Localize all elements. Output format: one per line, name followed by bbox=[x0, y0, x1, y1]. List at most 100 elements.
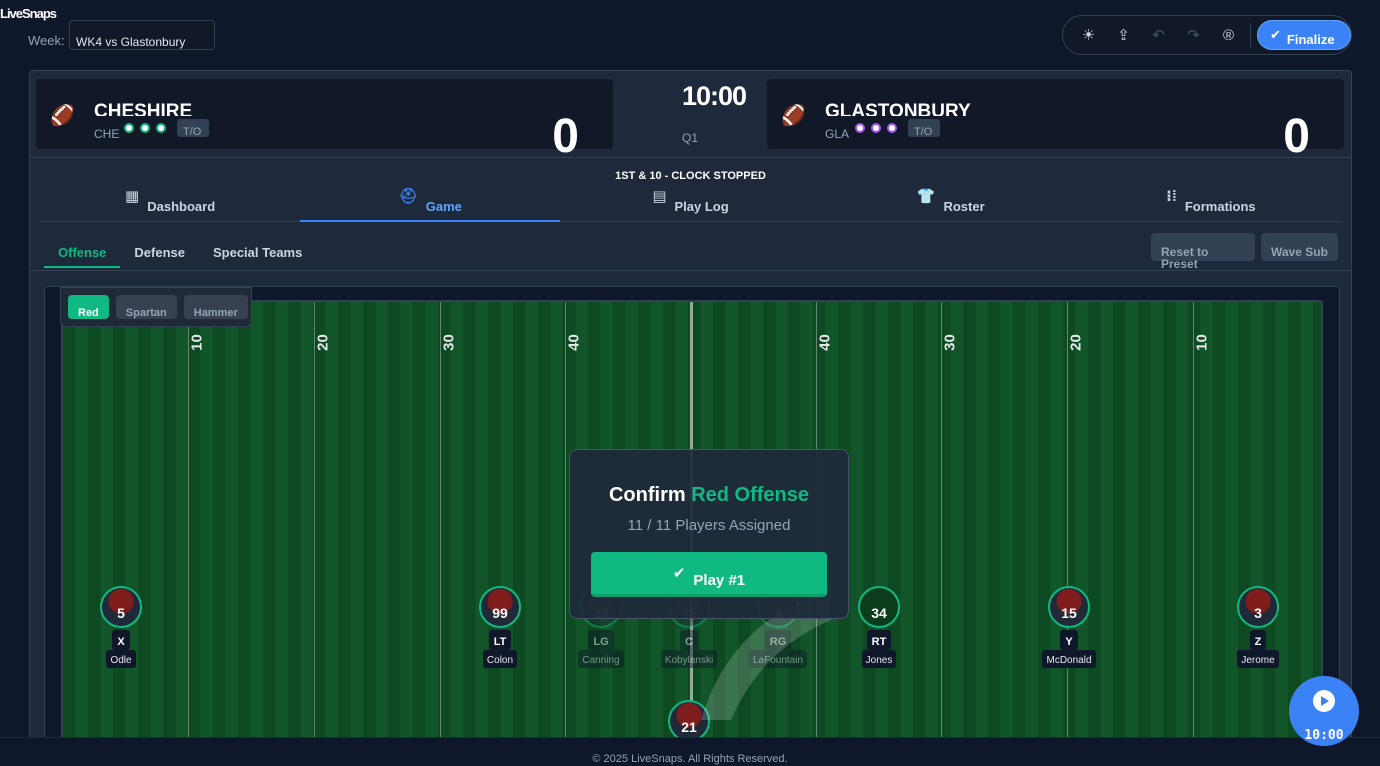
player-position: LT bbox=[488, 630, 512, 650]
dashboard-icon: ▦ bbox=[125, 187, 140, 205]
home-timeout-button[interactable]: T/O bbox=[177, 119, 209, 138]
down-status: 1ST & 10 - CLOCK STOPPED bbox=[30, 157, 1351, 182]
tab-label: Game bbox=[425, 199, 462, 214]
tab-label: Formations bbox=[1184, 199, 1256, 214]
yard-line bbox=[1193, 302, 1194, 749]
week-input[interactable]: WK4 vs Glastonbury bbox=[69, 20, 215, 50]
player-name: Odle bbox=[106, 650, 136, 668]
home-team-abbr: CHE bbox=[94, 127, 120, 141]
yard-number: 20 bbox=[1067, 334, 1085, 351]
helmet-icon: ⛑ bbox=[398, 187, 418, 205]
subtab-offense[interactable]: Offense bbox=[44, 238, 121, 268]
clock-play-fab[interactable]: 10:00 bbox=[1289, 676, 1359, 746]
toolbar-divider bbox=[1250, 23, 1251, 47]
sun-icon[interactable]: ☀ bbox=[1071, 20, 1106, 50]
check-circle-icon: ✔ bbox=[672, 565, 686, 582]
play-label: Play #1 bbox=[693, 571, 746, 589]
player-name: Jones bbox=[861, 650, 897, 668]
preset-spartan[interactable]: Spartan bbox=[115, 295, 177, 319]
main-panel: 🏈 CHESHIRE CHE T/O 0 10:00 Q1 🏈 GLASTONB… bbox=[29, 70, 1352, 750]
player-token[interactable]: 34 RT Jones bbox=[849, 586, 909, 668]
preset-red[interactable]: Red bbox=[68, 295, 109, 319]
football-icon: 🏈 bbox=[781, 105, 806, 127]
home-team-card: 🏈 CHESHIRE CHE T/O 0 bbox=[36, 79, 613, 161]
player-token[interactable]: 99 LT Colon bbox=[470, 586, 530, 668]
tab-dashboard[interactable]: ▦ Dashboard bbox=[40, 182, 300, 221]
timeout-dot bbox=[871, 123, 881, 133]
yard-line bbox=[440, 302, 441, 749]
yard-line bbox=[565, 302, 566, 749]
tab-label: Dashboard bbox=[147, 199, 216, 214]
player-name: Jerome bbox=[1237, 650, 1279, 668]
player-token[interactable]: 3 Z Jerome bbox=[1228, 586, 1288, 668]
wave-sub-button[interactable]: Wave Sub bbox=[1261, 233, 1338, 261]
confirm-title-prefix: Confirm bbox=[608, 484, 686, 506]
away-score: 0 bbox=[1283, 110, 1310, 163]
player-name: Canning bbox=[578, 650, 624, 668]
yard-number: 10 bbox=[188, 334, 206, 351]
away-timeout-button[interactable]: T/O bbox=[908, 119, 940, 138]
player-number: 99 bbox=[479, 586, 521, 628]
timeout-dot bbox=[140, 123, 150, 133]
subtab-special-teams[interactable]: Special Teams bbox=[199, 238, 316, 268]
player-number: 15 bbox=[1048, 586, 1090, 628]
field-container: 10 20 30 40 40 30 20 10 5 X Odle 99 LT C… bbox=[44, 286, 1340, 749]
tab-roster[interactable]: 👕 Roster bbox=[821, 182, 1081, 221]
away-team-name: GLASTONBURY bbox=[825, 101, 971, 116]
away-timeouts bbox=[855, 123, 897, 133]
toolbar: ☀ ⇪ ↶ ↷ ® ✔ Finalize bbox=[1062, 15, 1352, 55]
tab-label: Roster bbox=[943, 199, 985, 214]
main-tabs: ▦ Dashboard ⛑ Game ▤ Play Log 👕 Roster ⁝… bbox=[40, 182, 1341, 222]
timeout-dot bbox=[887, 123, 897, 133]
player-position: Y bbox=[1060, 630, 1078, 650]
player-position: RT bbox=[866, 630, 892, 650]
tab-game[interactable]: ⛑ Game bbox=[300, 182, 561, 222]
tab-play-log[interactable]: ▤ Play Log bbox=[560, 182, 820, 221]
player-position: X bbox=[112, 630, 130, 650]
players-assigned-count: 11 / 11 Players Assigned bbox=[627, 517, 791, 534]
registered-icon[interactable]: ® bbox=[1211, 20, 1246, 50]
player-name: McDonald bbox=[1042, 650, 1096, 668]
timeout-dot bbox=[124, 123, 134, 133]
formations-icon: ⁝⁞ bbox=[1166, 187, 1177, 205]
yard-line bbox=[314, 302, 315, 749]
subtab-defense[interactable]: Defense bbox=[120, 238, 199, 268]
football-field: 10 20 30 40 40 30 20 10 5 X Odle 99 LT C… bbox=[61, 300, 1323, 749]
player-token[interactable]: 5 X Odle bbox=[91, 586, 151, 668]
game-clock[interactable]: 10:00 bbox=[682, 81, 754, 112]
home-timeouts bbox=[124, 123, 166, 133]
tab-label: Play Log bbox=[674, 199, 729, 214]
confirm-formation-modal: Confirm Red Offense 11 / 11 Players Assi… bbox=[569, 449, 849, 619]
player-number: 3 bbox=[1237, 586, 1279, 628]
yard-number: 10 bbox=[1193, 334, 1211, 351]
fab-clock: 10:00 bbox=[1304, 728, 1344, 743]
home-team-name: CHESHIRE bbox=[94, 101, 193, 116]
player-name: Colon bbox=[482, 650, 518, 668]
confirm-title-formation: Red Offense bbox=[691, 484, 810, 506]
yard-number: 40 bbox=[816, 334, 834, 351]
yard-number: 20 bbox=[314, 334, 332, 351]
timeout-dot bbox=[156, 123, 166, 133]
upload-icon[interactable]: ⇪ bbox=[1106, 20, 1141, 50]
undo-icon[interactable]: ↶ bbox=[1141, 20, 1176, 50]
yard-line bbox=[188, 302, 189, 749]
home-score: 0 bbox=[552, 110, 579, 163]
finalize-button[interactable]: ✔ Finalize bbox=[1257, 20, 1351, 50]
reset-to-preset-button[interactable]: Reset to Preset bbox=[1151, 233, 1255, 270]
start-play-button[interactable]: ✔ Play #1 bbox=[591, 552, 827, 597]
yard-line bbox=[941, 302, 942, 749]
scoreboard: 🏈 CHESHIRE CHE T/O 0 10:00 Q1 🏈 GLASTONB… bbox=[30, 71, 1351, 161]
tab-formations[interactable]: ⁝⁞ Formations bbox=[1081, 182, 1341, 221]
player-position: LG bbox=[588, 630, 614, 650]
redo-icon[interactable]: ↷ bbox=[1176, 20, 1211, 50]
jersey-icon: 👕 bbox=[916, 187, 936, 205]
play-icon bbox=[1313, 690, 1335, 712]
yard-number: 30 bbox=[941, 334, 959, 351]
player-position: Z bbox=[1249, 630, 1267, 650]
player-token[interactable]: 15 Y McDonald bbox=[1039, 586, 1099, 668]
yard-number: 40 bbox=[565, 334, 583, 351]
away-team-card: 🏈 GLASTONBURY GLA T/O 0 bbox=[767, 79, 1344, 161]
unit-subtabs: Offense Defense Special Teams bbox=[44, 238, 316, 268]
preset-hammer[interactable]: Hammer bbox=[183, 295, 248, 319]
timeout-dot bbox=[855, 123, 865, 133]
